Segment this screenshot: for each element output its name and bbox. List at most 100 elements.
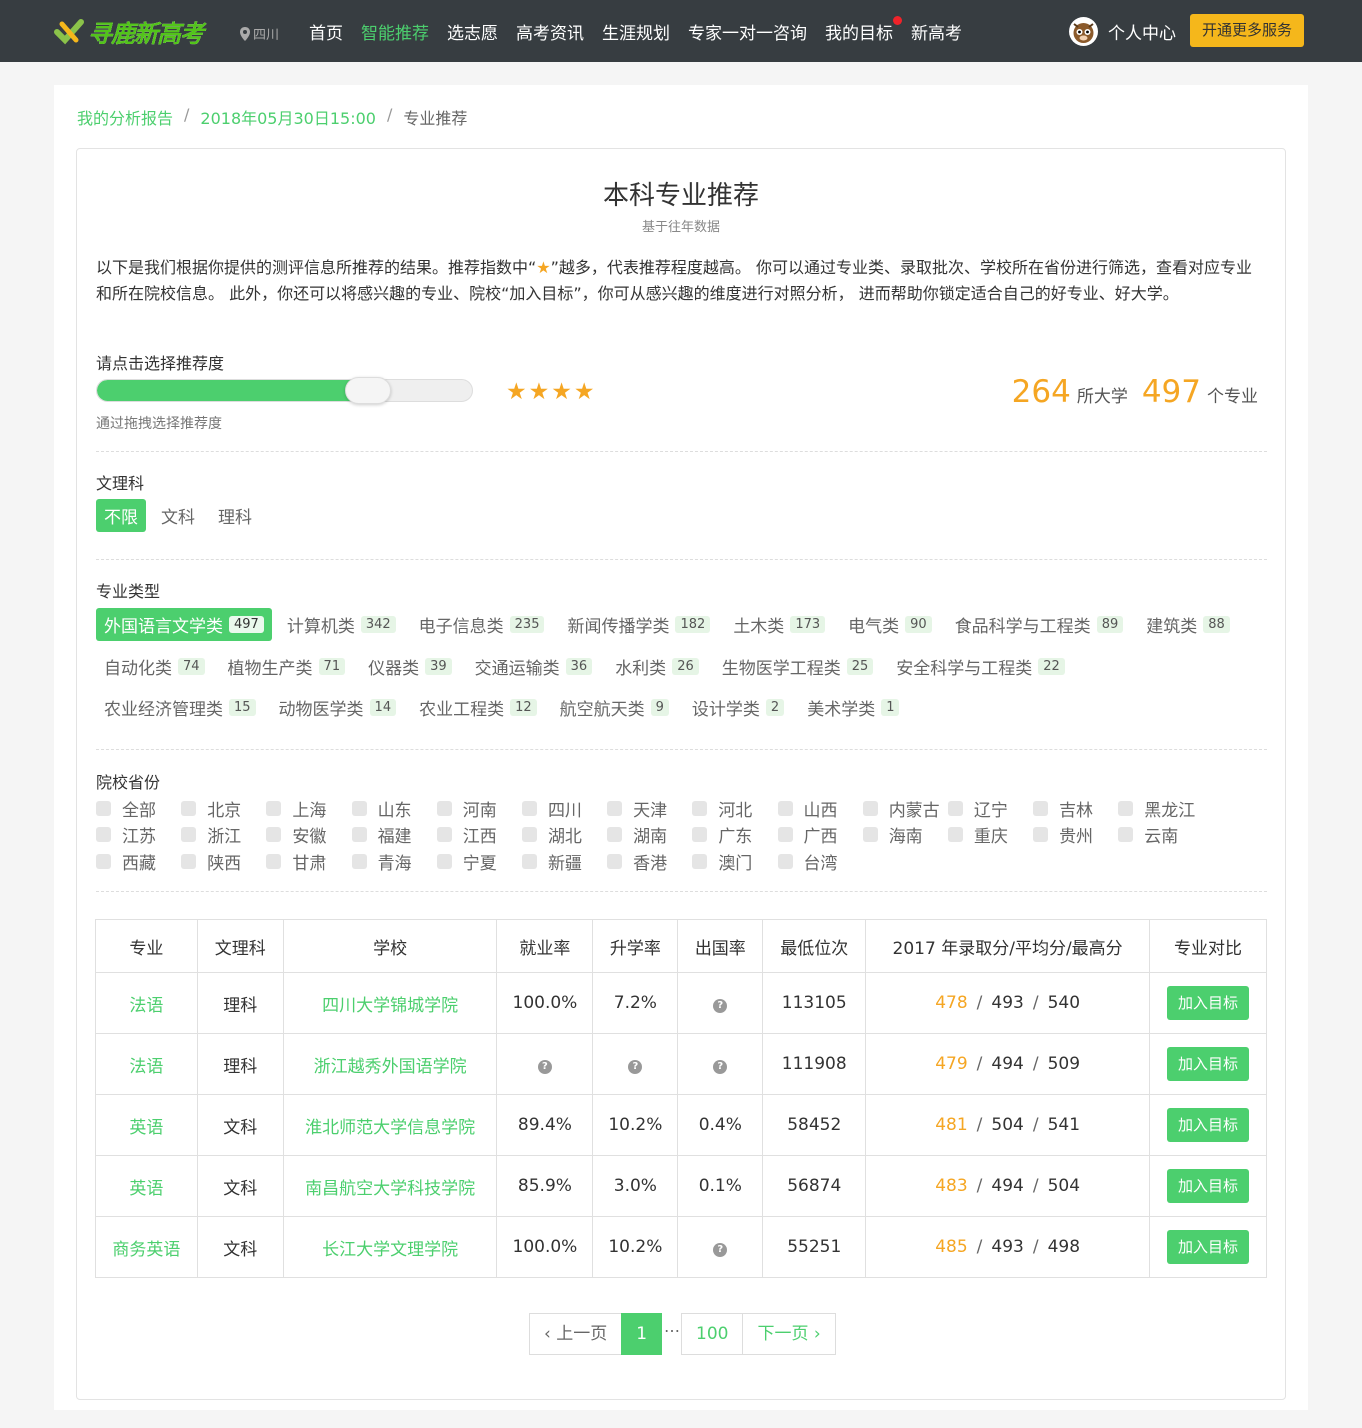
major-link[interactable]: 法语 bbox=[95, 972, 198, 1034]
province-option[interactable]: 全部 bbox=[96, 796, 181, 821]
province-checkbox[interactable] bbox=[521, 853, 537, 869]
province-checkbox[interactable] bbox=[947, 827, 963, 843]
major-link[interactable]: 商务英语 bbox=[95, 1216, 198, 1278]
province-option[interactable]: 新疆 bbox=[521, 849, 607, 874]
vip-service-button[interactable]: 开通更多服务 bbox=[1190, 14, 1304, 47]
province-option[interactable]: 福建 bbox=[351, 822, 437, 847]
subject-option[interactable]: 文科 bbox=[153, 499, 203, 532]
province-option[interactable]: 香港 bbox=[607, 849, 692, 874]
province-checkbox[interactable] bbox=[96, 853, 111, 869]
breadcrumb-date[interactable]: 2018年05月30日15:00 bbox=[200, 105, 376, 129]
province-option[interactable]: 黑龙江 bbox=[1118, 796, 1203, 821]
province-checkbox[interactable] bbox=[947, 800, 963, 816]
major-type-option[interactable]: 建筑类 88 bbox=[1138, 608, 1238, 641]
add-target-button[interactable]: 加入目标 bbox=[1167, 1169, 1249, 1203]
menu-item-3[interactable]: 高考资讯 bbox=[516, 19, 584, 44]
school-link[interactable]: 长江大学文理学院 bbox=[282, 1216, 498, 1278]
province-option[interactable]: 天津 bbox=[607, 796, 692, 821]
major-type-option[interactable]: 计算机类 342 bbox=[279, 608, 404, 641]
menu-item-4[interactable]: 生涯规划 bbox=[602, 19, 670, 44]
province-option[interactable]: 台湾 bbox=[777, 849, 863, 874]
province-checkbox[interactable] bbox=[181, 800, 197, 816]
province-option[interactable]: 北京 bbox=[181, 796, 266, 821]
province-option[interactable]: 云南 bbox=[1118, 822, 1203, 847]
major-type-option[interactable]: 生物医学工程类 25 bbox=[714, 650, 882, 683]
major-type-option[interactable]: 航空航天类 9 bbox=[552, 691, 677, 724]
breadcrumb-report[interactable]: 我的分析报告 bbox=[77, 105, 173, 129]
help-icon[interactable]: ? bbox=[713, 999, 728, 1013]
major-type-option[interactable]: 水利类 26 bbox=[607, 650, 707, 683]
province-option[interactable]: 澳门 bbox=[692, 849, 777, 874]
user-center[interactable]: 个人中心 bbox=[1069, 17, 1176, 46]
school-link[interactable]: 淮北师范大学信息学院 bbox=[282, 1094, 498, 1156]
slider-handle[interactable] bbox=[345, 377, 391, 404]
menu-item-1[interactable]: 智能推荐 bbox=[361, 19, 429, 44]
major-type-option[interactable]: 农业工程类 12 bbox=[411, 691, 545, 724]
province-option[interactable]: 贵州 bbox=[1033, 822, 1118, 847]
province-option[interactable]: 陕西 bbox=[181, 849, 266, 874]
major-type-option[interactable]: 电子信息类 235 bbox=[411, 608, 553, 641]
province-option[interactable]: 山东 bbox=[351, 796, 437, 821]
province-checkbox[interactable] bbox=[1033, 827, 1049, 843]
province-option[interactable]: 广西 bbox=[777, 822, 863, 847]
province-option[interactable]: 青海 bbox=[351, 849, 437, 874]
major-type-option[interactable]: 安全科学与工程类 22 bbox=[888, 650, 1073, 683]
province-checkbox[interactable] bbox=[351, 800, 367, 816]
province-checkbox[interactable] bbox=[181, 827, 197, 843]
province-checkbox[interactable] bbox=[777, 827, 793, 843]
province-checkbox[interactable] bbox=[351, 827, 367, 843]
province-option[interactable]: 辽宁 bbox=[947, 796, 1033, 821]
province-option[interactable]: 吉林 bbox=[1033, 796, 1118, 821]
province-option[interactable]: 上海 bbox=[266, 796, 351, 821]
menu-item-7[interactable]: 新高考 bbox=[911, 19, 962, 44]
help-icon[interactable]: ? bbox=[713, 1060, 728, 1074]
province-checkbox[interactable] bbox=[1118, 827, 1134, 843]
province-option[interactable]: 山西 bbox=[777, 796, 863, 821]
location-selector[interactable]: 四川 bbox=[240, 24, 279, 43]
add-target-button[interactable]: 加入目标 bbox=[1167, 1047, 1249, 1081]
subject-option[interactable]: 理科 bbox=[210, 499, 260, 532]
province-checkbox[interactable] bbox=[607, 853, 623, 869]
school-link[interactable]: 南昌航空大学科技学院 bbox=[282, 1155, 498, 1217]
help-icon[interactable]: ? bbox=[713, 1243, 728, 1257]
province-option[interactable]: 四川 bbox=[521, 796, 607, 821]
province-checkbox[interactable] bbox=[692, 853, 708, 869]
prev-page-button[interactable]: ‹ 上一页 bbox=[529, 1313, 623, 1355]
province-checkbox[interactable] bbox=[692, 827, 708, 843]
province-option[interactable]: 湖北 bbox=[521, 822, 607, 847]
major-type-option[interactable]: 农业经济管理类 15 bbox=[96, 691, 264, 724]
province-checkbox[interactable] bbox=[266, 800, 282, 816]
menu-item-0[interactable]: 首页 bbox=[309, 19, 343, 44]
menu-item-6[interactable]: 我的目标 bbox=[825, 15, 902, 44]
major-type-option[interactable]: 交通运输类 36 bbox=[467, 650, 601, 683]
province-checkbox[interactable] bbox=[1118, 800, 1134, 816]
province-checkbox[interactable] bbox=[266, 827, 282, 843]
menu-item-5[interactable]: 专家一对一咨询 bbox=[688, 19, 807, 44]
major-type-option[interactable]: 美术学类 1 bbox=[799, 691, 907, 724]
page-last-button[interactable]: 100 bbox=[681, 1313, 744, 1355]
province-option[interactable]: 湖南 bbox=[607, 822, 692, 847]
province-checkbox[interactable] bbox=[777, 800, 793, 816]
major-type-option[interactable]: 设计学类 2 bbox=[684, 691, 792, 724]
page-1-button[interactable]: 1 bbox=[621, 1313, 663, 1355]
major-type-option[interactable]: 电气类 90 bbox=[840, 608, 940, 641]
province-option[interactable]: 内蒙古 bbox=[862, 796, 948, 821]
province-option[interactable]: 河北 bbox=[692, 796, 777, 821]
province-checkbox[interactable] bbox=[181, 853, 197, 869]
province-option[interactable]: 浙江 bbox=[181, 822, 266, 847]
major-type-option[interactable]: 新闻传播学类 182 bbox=[559, 608, 718, 641]
province-option[interactable]: 甘肃 bbox=[266, 849, 351, 874]
province-checkbox[interactable] bbox=[351, 853, 367, 869]
major-type-option[interactable]: 植物生产类 71 bbox=[220, 650, 354, 683]
province-checkbox[interactable] bbox=[436, 800, 452, 816]
province-option[interactable]: 宁夏 bbox=[436, 849, 522, 874]
major-link[interactable]: 英语 bbox=[95, 1155, 198, 1217]
province-checkbox[interactable] bbox=[862, 800, 878, 816]
province-checkbox[interactable] bbox=[1033, 800, 1049, 816]
recommend-slider[interactable] bbox=[96, 379, 473, 402]
province-checkbox[interactable] bbox=[607, 800, 623, 816]
school-link[interactable]: 四川大学锦城学院 bbox=[282, 972, 498, 1034]
province-option[interactable]: 安徽 bbox=[266, 822, 351, 847]
help-icon[interactable]: ? bbox=[537, 1060, 552, 1074]
province-checkbox[interactable] bbox=[96, 800, 111, 816]
